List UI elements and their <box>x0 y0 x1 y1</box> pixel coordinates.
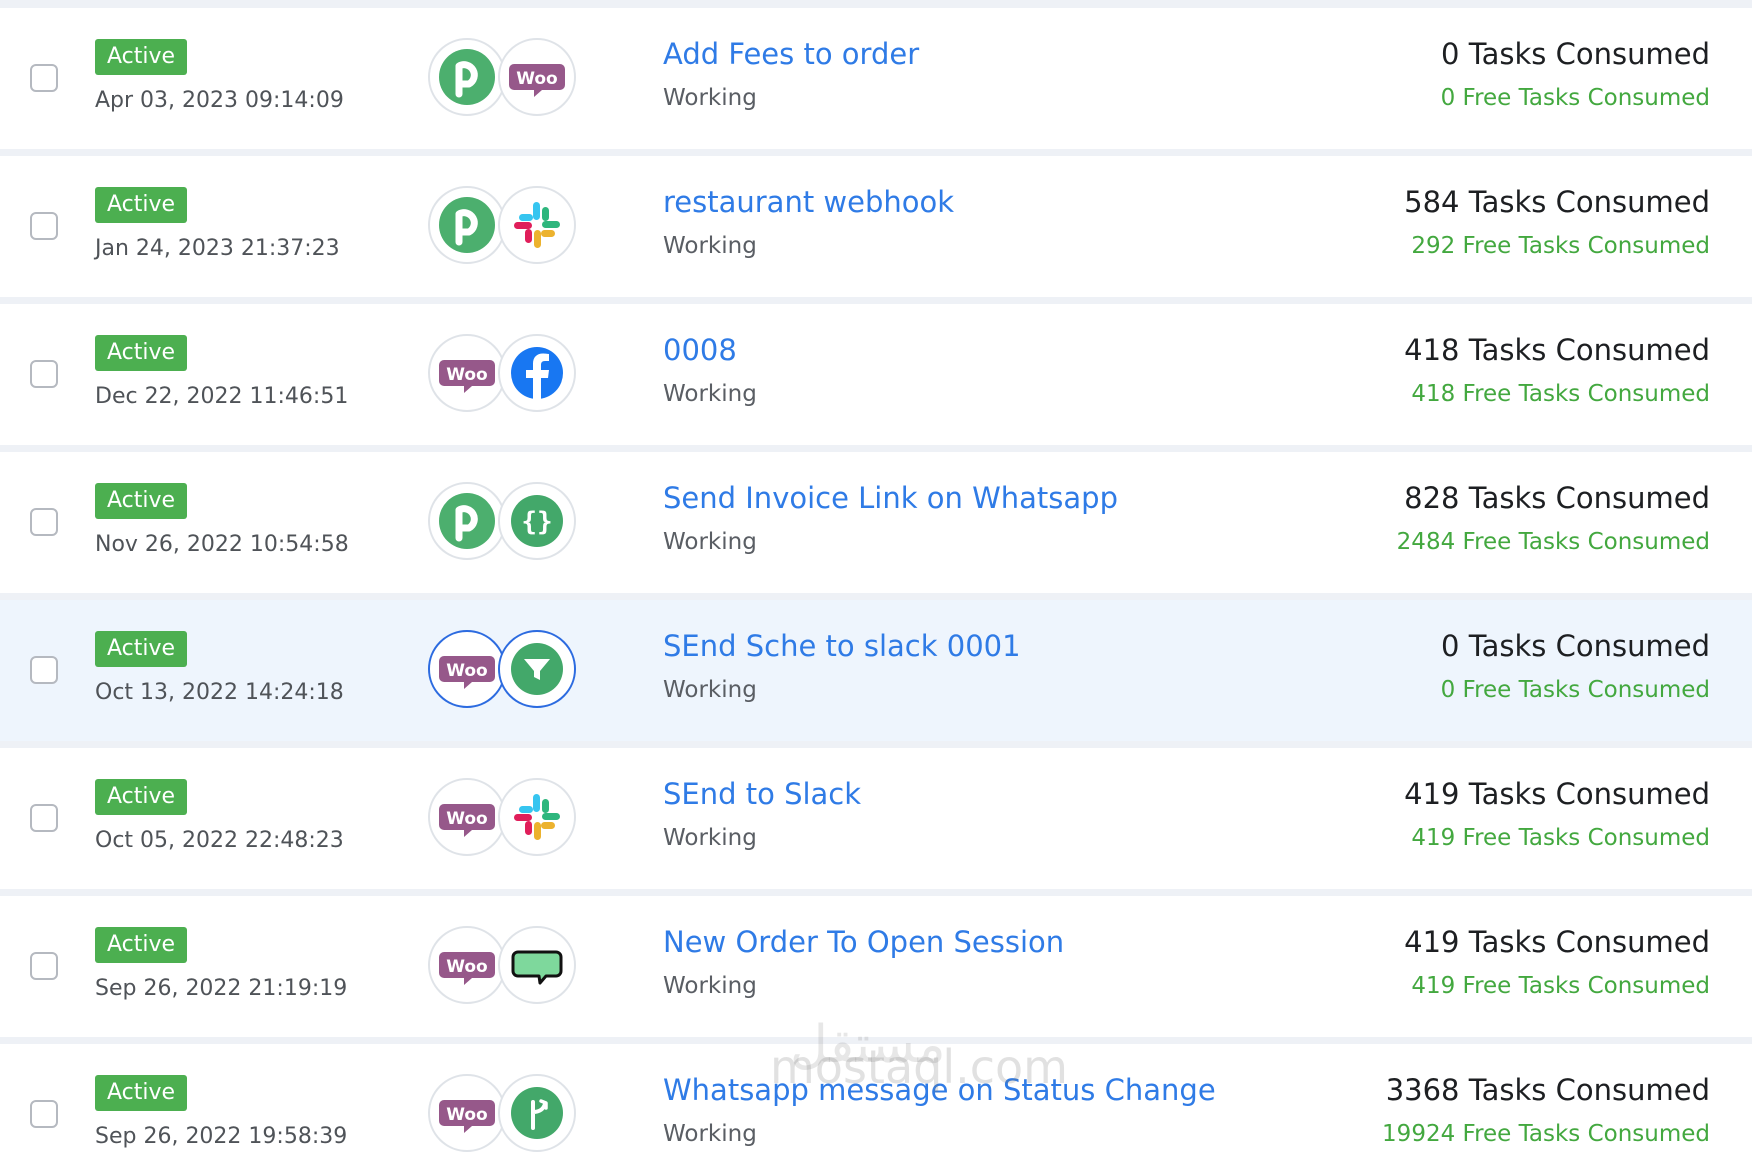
svg-text:{}: {} <box>521 507 552 537</box>
workflow-name-link[interactable]: Whatsapp message on Status Change <box>663 1073 1216 1107</box>
svg-text:Woo: Woo <box>446 957 488 977</box>
created-date: Jan 24, 2023 21:37:23 <box>95 236 340 261</box>
table-row[interactable]: Active Nov 26, 2022 10:54:58 {} Send Invoic… <box>0 452 1752 593</box>
row-checkbox[interactable] <box>30 64 58 92</box>
workflow-state: Working <box>663 233 757 259</box>
workflow-state: Working <box>663 381 757 407</box>
workflow-state: Working <box>663 825 757 851</box>
woocommerce-icon: Woo <box>428 630 506 708</box>
slack-icon <box>498 186 576 264</box>
table-row[interactable]: Active Oct 13, 2022 14:24:18 Woo SEnd Sche … <box>0 600 1752 741</box>
workflow-name-link[interactable]: SEnd to Slack <box>663 777 861 811</box>
svg-text:Woo: Woo <box>516 69 558 89</box>
free-tasks-consumed: 0 Free Tasks Consumed <box>1440 677 1710 703</box>
table-row[interactable]: Active Sep 26, 2022 21:19:19 Woo New Order … <box>0 896 1752 1037</box>
tasks-consumed: 828 Tasks Consumed <box>1404 481 1710 515</box>
table-row[interactable]: Active Jan 24, 2023 21:37:23 restaurant we… <box>0 156 1752 297</box>
pabbly-icon <box>428 482 506 560</box>
woocommerce-icon: Woo <box>498 38 576 116</box>
row-checkbox[interactable] <box>30 360 58 388</box>
woocommerce-icon: Woo <box>428 778 506 856</box>
workflow-state: Working <box>663 1121 757 1147</box>
tasks-consumed: 419 Tasks Consumed <box>1404 925 1710 959</box>
workflow-name-link[interactable]: SEnd Sche to slack 0001 <box>663 629 1021 663</box>
facebook-icon <box>498 334 576 412</box>
status-badge: Active <box>95 631 188 667</box>
created-date: Dec 22, 2022 11:46:51 <box>95 384 349 409</box>
status-badge: Active <box>95 1075 188 1111</box>
workflow-name-link[interactable]: New Order To Open Session <box>663 925 1064 959</box>
table-row[interactable]: Active Apr 03, 2023 09:14:09 Woo Add Fees t… <box>0 8 1752 149</box>
free-tasks-consumed: 292 Free Tasks Consumed <box>1411 233 1710 259</box>
svg-text:Woo: Woo <box>446 1105 488 1125</box>
workflow-name-link[interactable]: Add Fees to order <box>663 37 919 71</box>
status-badge: Active <box>95 39 188 75</box>
free-tasks-consumed: 2484 Free Tasks Consumed <box>1396 529 1710 555</box>
created-date: Sep 26, 2022 19:58:39 <box>95 1124 348 1149</box>
row-checkbox[interactable] <box>30 656 58 684</box>
slack-icon <box>498 778 576 856</box>
row-checkbox[interactable] <box>30 952 58 980</box>
woocommerce-icon: Woo <box>428 334 506 412</box>
created-date: Nov 26, 2022 10:54:58 <box>95 532 349 557</box>
created-date: Sep 26, 2022 21:19:19 <box>95 976 348 1001</box>
row-checkbox[interactable] <box>30 508 58 536</box>
woocommerce-icon: Woo <box>428 1074 506 1152</box>
workflow-state: Working <box>663 529 757 555</box>
tasks-consumed: 584 Tasks Consumed <box>1404 185 1710 219</box>
workflow-name-link[interactable]: 0008 <box>663 333 737 367</box>
status-badge: Active <box>95 483 188 519</box>
created-date: Oct 13, 2022 14:24:18 <box>95 680 344 705</box>
tasks-consumed: 418 Tasks Consumed <box>1404 333 1710 367</box>
svg-text:Woo: Woo <box>446 809 488 829</box>
status-badge: Active <box>95 779 188 815</box>
router-icon <box>498 1074 576 1152</box>
row-checkbox[interactable] <box>30 804 58 832</box>
workflow-name-link[interactable]: Send Invoice Link on Whatsapp <box>663 481 1118 515</box>
workflow-state: Working <box>663 677 757 703</box>
chat-bubble-icon <box>498 926 576 1004</box>
status-badge: Active <box>95 187 188 223</box>
workflow-name-link[interactable]: restaurant webhook <box>663 185 954 219</box>
pabbly-icon <box>428 38 506 116</box>
tasks-consumed: 419 Tasks Consumed <box>1404 777 1710 811</box>
svg-text:Woo: Woo <box>446 661 488 681</box>
tasks-consumed: 3368 Tasks Consumed <box>1385 1073 1710 1107</box>
tasks-consumed: 0 Tasks Consumed <box>1441 37 1710 71</box>
table-row[interactable]: Active Sep 26, 2022 19:58:39 Woo Whatsapp m… <box>0 1044 1752 1168</box>
row-checkbox[interactable] <box>30 212 58 240</box>
workflow-list: Active Apr 03, 2023 09:14:09 Woo Add Fees t… <box>0 0 1752 1168</box>
woocommerce-icon: Woo <box>428 926 506 1004</box>
row-checkbox[interactable] <box>30 1100 58 1128</box>
workflow-state: Working <box>663 973 757 999</box>
free-tasks-consumed: 0 Free Tasks Consumed <box>1440 85 1710 111</box>
svg-text:Woo: Woo <box>446 365 488 385</box>
pabbly-icon <box>428 186 506 264</box>
status-badge: Active <box>95 927 188 963</box>
filter-icon <box>498 630 576 708</box>
free-tasks-consumed: 418 Free Tasks Consumed <box>1411 381 1710 407</box>
free-tasks-consumed: 19924 Free Tasks Consumed <box>1382 1121 1710 1147</box>
table-row[interactable]: Active Dec 22, 2022 11:46:51 Woo 0008 Workin… <box>0 304 1752 445</box>
free-tasks-consumed: 419 Free Tasks Consumed <box>1411 825 1710 851</box>
tasks-consumed: 0 Tasks Consumed <box>1441 629 1710 663</box>
code-braces-icon: {} <box>498 482 576 560</box>
workflow-state: Working <box>663 85 757 111</box>
table-row[interactable]: Active Oct 05, 2022 22:48:23 Woo SEnd to Sl… <box>0 748 1752 889</box>
free-tasks-consumed: 419 Free Tasks Consumed <box>1411 973 1710 999</box>
status-badge: Active <box>95 335 188 371</box>
created-date: Oct 05, 2022 22:48:23 <box>95 828 344 853</box>
created-date: Apr 03, 2023 09:14:09 <box>95 88 344 113</box>
